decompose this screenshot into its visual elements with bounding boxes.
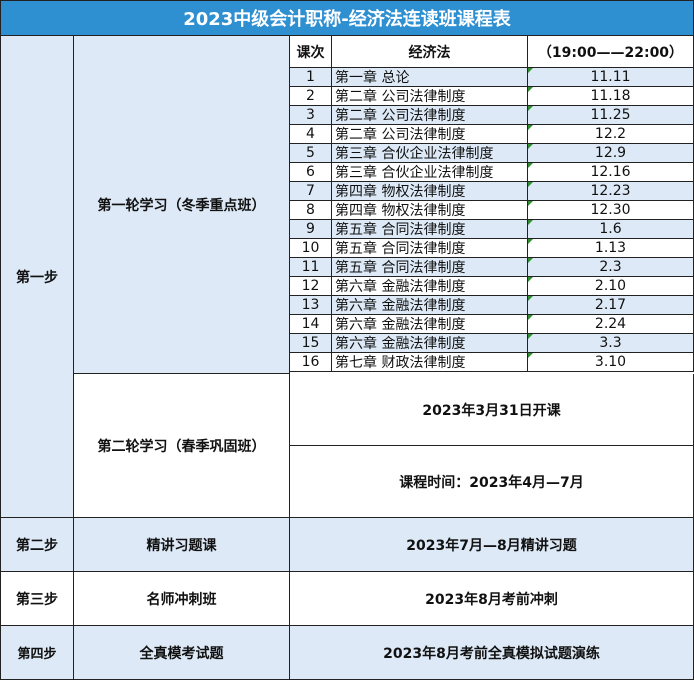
session-date: 1.6 [528, 220, 694, 239]
session-chapter: 第二章 公司法律制度 [332, 106, 528, 125]
step-3-label: 第三步 [0, 572, 74, 626]
round-2-time: 课程时间：2023年4月—7月 [290, 446, 694, 518]
session-no: 9 [290, 220, 332, 239]
session-date: 2.17 [528, 296, 694, 315]
step-3-desc: 2023年8月考前冲刺 [290, 572, 694, 626]
session-no: 1 [290, 68, 332, 87]
step-4-desc: 2023年8月考前全真模拟试题演练 [290, 626, 694, 680]
step-4-label: 第四步 [0, 626, 74, 680]
session-no: 12 [290, 277, 332, 296]
step-3-name: 名师冲刺班 [74, 572, 290, 626]
session-chapter: 第二章 公司法律制度 [332, 125, 528, 144]
session-date: 12.9 [528, 144, 694, 163]
session-no: 10 [290, 239, 332, 258]
session-chapter: 第五章 合同法律制度 [332, 258, 528, 277]
session-no: 4 [290, 125, 332, 144]
session-no: 11 [290, 258, 332, 277]
round-1-label: 第一轮学习（冬季重点班） [74, 36, 290, 374]
session-date: 2.24 [528, 315, 694, 334]
session-date: 1.13 [528, 239, 694, 258]
session-date: 12.23 [528, 182, 694, 201]
session-chapter: 第七章 财政法律制度 [332, 353, 528, 372]
session-chapter: 第三章 合伙企业法律制度 [332, 163, 528, 182]
session-no: 3 [290, 106, 332, 125]
session-chapter: 第四章 物权法律制度 [332, 201, 528, 220]
session-no: 13 [290, 296, 332, 315]
session-no: 8 [290, 201, 332, 220]
session-chapter: 第六章 金融法律制度 [332, 315, 528, 334]
session-date: 12.30 [528, 201, 694, 220]
session-date: 12.2 [528, 125, 694, 144]
session-no: 2 [290, 87, 332, 106]
session-chapter: 第五章 合同法律制度 [332, 220, 528, 239]
step-2-name: 精讲习题课 [74, 518, 290, 572]
session-no: 6 [290, 163, 332, 182]
session-date: 11.11 [528, 68, 694, 87]
session-no: 15 [290, 334, 332, 353]
session-chapter: 第三章 合伙企业法律制度 [332, 144, 528, 163]
session-chapter: 第五章 合同法律制度 [332, 239, 528, 258]
session-date: 2.3 [528, 258, 694, 277]
header-time: （19:00——22:00） [528, 36, 694, 68]
session-date: 2.10 [528, 277, 694, 296]
session-chapter: 第四章 物权法律制度 [332, 182, 528, 201]
session-no: 14 [290, 315, 332, 334]
round-2-label: 第二轮学习（春季巩固班） [74, 374, 290, 518]
session-no: 7 [290, 182, 332, 201]
step-1-label: 第一步 [0, 36, 74, 518]
session-chapter: 第一章 总论 [332, 68, 528, 87]
round-2-start: 2023年3月31日开课 [290, 374, 694, 446]
header-subject: 经济法 [332, 36, 528, 68]
session-no: 5 [290, 144, 332, 163]
header-session-no: 课次 [290, 36, 332, 68]
step-2-label: 第二步 [0, 518, 74, 572]
step-2-desc: 2023年7月—8月精讲习题 [290, 518, 694, 572]
schedule-table: 2023中级会计职称-经济法连读班课程表 第一步 第一轮学习（冬季重点班） 第二… [0, 0, 694, 680]
session-chapter: 第二章 公司法律制度 [332, 87, 528, 106]
session-chapter: 第六章 金融法律制度 [332, 277, 528, 296]
step-4-name: 全真模考试题 [74, 626, 290, 680]
session-no: 16 [290, 353, 332, 372]
session-chapter: 第六章 金融法律制度 [332, 334, 528, 353]
table-title: 2023中级会计职称-经济法连读班课程表 [0, 0, 694, 36]
session-date: 11.25 [528, 106, 694, 125]
session-date: 3.3 [528, 334, 694, 353]
session-date: 3.10 [528, 353, 694, 372]
session-date: 11.18 [528, 87, 694, 106]
session-date: 12.16 [528, 163, 694, 182]
session-chapter: 第六章 金融法律制度 [332, 296, 528, 315]
